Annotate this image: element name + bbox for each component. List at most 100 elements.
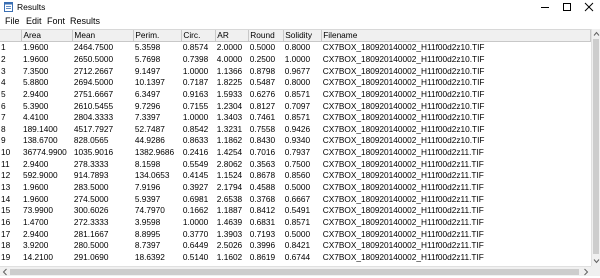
table-cell: 0.3996 <box>249 240 276 251</box>
table-cell: 3 <box>1 65 6 76</box>
table-cell: 134.0653 <box>134 170 170 181</box>
table-row[interactable]: 10 36774.9900 1035.9016 1382.9686 0.2416 1.42… <box>0 147 591 159</box>
table-cell: 2751.6667 <box>73 88 114 99</box>
menu-font[interactable]: Font <box>47 15 65 28</box>
table-cell: 1.1862 <box>216 135 243 146</box>
horizontal-scrollbar[interactable] <box>0 266 591 276</box>
column-header[interactable]: Circ. <box>181 30 217 42</box>
table-cell: 0.7187 <box>182 77 209 88</box>
horizontal-scroll-thumb[interactable] <box>10 269 579 275</box>
table-cell: 0.3563 <box>249 158 276 169</box>
table-cell: 0.5000 <box>284 182 311 192</box>
scroll-down-icon[interactable] <box>593 257 600 265</box>
column-header[interactable]: Filename <box>321 30 591 42</box>
table-cell: 0.4588 <box>249 182 276 192</box>
scroll-right-icon[interactable] <box>582 268 590 278</box>
table-row[interactable]: 12 592.9000 914.7893 134.0653 0.4145 1.1524 0.… <box>0 170 591 182</box>
menu-results[interactable]: Results <box>70 15 100 28</box>
close-button[interactable] <box>578 0 600 14</box>
table-cell: 0.1662 <box>182 205 209 216</box>
table-cell: CX7BOX_180920140002_H11f00d2z10.TIF <box>322 53 485 64</box>
table-row[interactable]: 15 73.9900 300.6026 74.7970 0.1662 1.1887 0.84… <box>0 205 591 217</box>
menu-edit[interactable]: Edit <box>26 15 42 28</box>
table-cell: 2694.5000 <box>73 77 114 88</box>
table-cell: 0.7558 <box>249 123 276 134</box>
table-cell: 1.4700 <box>22 216 49 227</box>
table-cell: CX7BOX_180920140002_H11f00d2z10.TIF <box>322 65 485 76</box>
scroll-up-icon[interactable] <box>593 30 600 38</box>
table-row[interactable]: 14 1.9600 274.5000 5.9397 0.6981 2.6538 0.3768… <box>0 193 591 205</box>
column-header[interactable]: Round <box>248 30 285 42</box>
table-cell: 1.0000 <box>182 216 209 227</box>
table-cell: 0.7097 <box>284 100 311 111</box>
table-cell: 4 <box>1 77 6 88</box>
table-row[interactable]: 11 2.9400 278.3333 8.1598 0.5549 2.8062 0.3563… <box>0 158 591 170</box>
table-cell: 4517.7927 <box>73 123 114 134</box>
column-header[interactable] <box>0 30 23 42</box>
table-cell: 0.5000 <box>249 42 276 53</box>
table-cell: 1.0000 <box>182 65 209 76</box>
table-row[interactable]: 1 1.9600 2464.7500 5.3598 0.8574 2.0000 0.5000… <box>0 42 591 54</box>
table-cell: 8.1598 <box>134 158 161 169</box>
table-row[interactable]: 2 1.9600 2650.5000 5.7698 0.7398 4.0000 0.2500… <box>0 54 591 66</box>
scrollbar-corner <box>591 266 600 276</box>
table-cell: 0.7937 <box>284 147 311 158</box>
minimize-icon <box>534 0 556 14</box>
table-cell: 0.8560 <box>284 170 311 181</box>
table-row[interactable]: 13 1.9600 283.5000 7.9196 0.3927 2.1794 0.4588… <box>0 182 591 194</box>
maximize-button[interactable] <box>556 0 578 14</box>
column-header[interactable]: Area <box>21 30 74 42</box>
table-cell: 0.8633 <box>182 135 209 146</box>
vertical-scrollbar[interactable] <box>591 29 600 266</box>
minimize-button[interactable] <box>534 0 556 14</box>
table-cell: 0.7155 <box>182 100 209 111</box>
table-cell: 2.1794 <box>216 182 243 192</box>
vertical-scroll-thumb[interactable] <box>593 39 599 254</box>
table-cell: 280.5000 <box>73 240 109 251</box>
table-cell: 7 <box>1 112 6 123</box>
table-cell: CX7BOX_180920140002_H11f00d2z10.TIF <box>322 100 485 111</box>
table-cell: 0.5000 <box>284 228 311 239</box>
table-cell: 291.0690 <box>73 251 109 262</box>
table-cell: 5 <box>1 88 6 99</box>
table-row[interactable]: 7 4.4100 2804.3333 7.3397 1.0000 1.3403 0.7461… <box>0 112 591 124</box>
table-cell: 11 <box>1 158 10 169</box>
table-cell: 272.3333 <box>73 216 109 227</box>
table-cell: 0.7193 <box>249 228 276 239</box>
column-header[interactable]: AR <box>215 30 250 42</box>
table-cell: 0.6667 <box>284 193 311 204</box>
table-cell: 281.1667 <box>73 228 109 239</box>
table-cell: 0.8412 <box>249 205 276 216</box>
table-cell: CX7BOX_180920140002_H11f00d2z10.TIF <box>322 42 485 53</box>
table-cell: 0.5549 <box>182 158 209 169</box>
table-cell: 2650.5000 <box>73 53 114 64</box>
table-row[interactable]: 17 2.9400 281.1667 8.8995 0.3770 1.3903 0.7193… <box>0 228 591 240</box>
table-cell: 0.3768 <box>249 193 276 204</box>
table-row[interactable]: 19 14.2100 291.0690 18.6392 0.5140 1.1602 0.86… <box>0 252 591 264</box>
table-cell: 2 <box>1 53 6 64</box>
table-row[interactable]: 9 138.6700 828.0565 44.9286 0.8633 1.1862 0.84… <box>0 135 591 147</box>
table-row[interactable]: 6 5.3900 2610.5455 9.7296 0.7155 1.2304 0.8127… <box>0 100 591 112</box>
table-row[interactable]: 8 189.1400 4517.7927 52.7487 0.8542 1.3231 0.7… <box>0 123 591 135</box>
table-row[interactable]: 3 7.3500 2712.2667 9.1497 1.0000 1.1366 0.8798… <box>0 65 591 77</box>
table-cell: 7.3500 <box>22 65 49 76</box>
window-title: Results <box>17 2 46 12</box>
menu-bar: File Edit Font Results <box>0 14 600 29</box>
column-header[interactable]: Perim. <box>133 30 183 42</box>
table-row[interactable]: 16 1.4700 272.3333 3.9598 1.0000 1.4639 0.6831… <box>0 217 591 229</box>
column-header[interactable]: Mean <box>72 30 135 42</box>
table-row[interactable]: 4 5.8800 2694.5000 10.1397 0.7187 1.8225 0.548… <box>0 77 591 89</box>
table-cell: 0.8678 <box>249 170 276 181</box>
table-row[interactable]: 18 3.9200 280.5000 8.7397 0.6449 2.5026 0.3996… <box>0 240 591 252</box>
column-header[interactable]: Solidity <box>283 30 323 42</box>
table-row[interactable]: 5 2.9400 2751.6667 6.3497 0.9163 1.5933 0.6276… <box>0 89 591 101</box>
table-cell: 0.6831 <box>249 216 276 227</box>
table-cell: 2804.3333 <box>73 112 114 123</box>
results-table-container[interactable]: Area Mean Perim. Circ. AR Round Solidity Filena… <box>0 29 591 267</box>
table-cell: 0.8571 <box>284 112 311 123</box>
table-cell: CX7BOX_180920140002_H11f00d2z11.TIF <box>322 158 484 169</box>
table-cell: 4.4100 <box>22 112 49 123</box>
scroll-left-icon[interactable] <box>1 268 9 278</box>
menu-file[interactable]: File <box>5 15 20 28</box>
table-cell: 15 <box>1 205 11 216</box>
